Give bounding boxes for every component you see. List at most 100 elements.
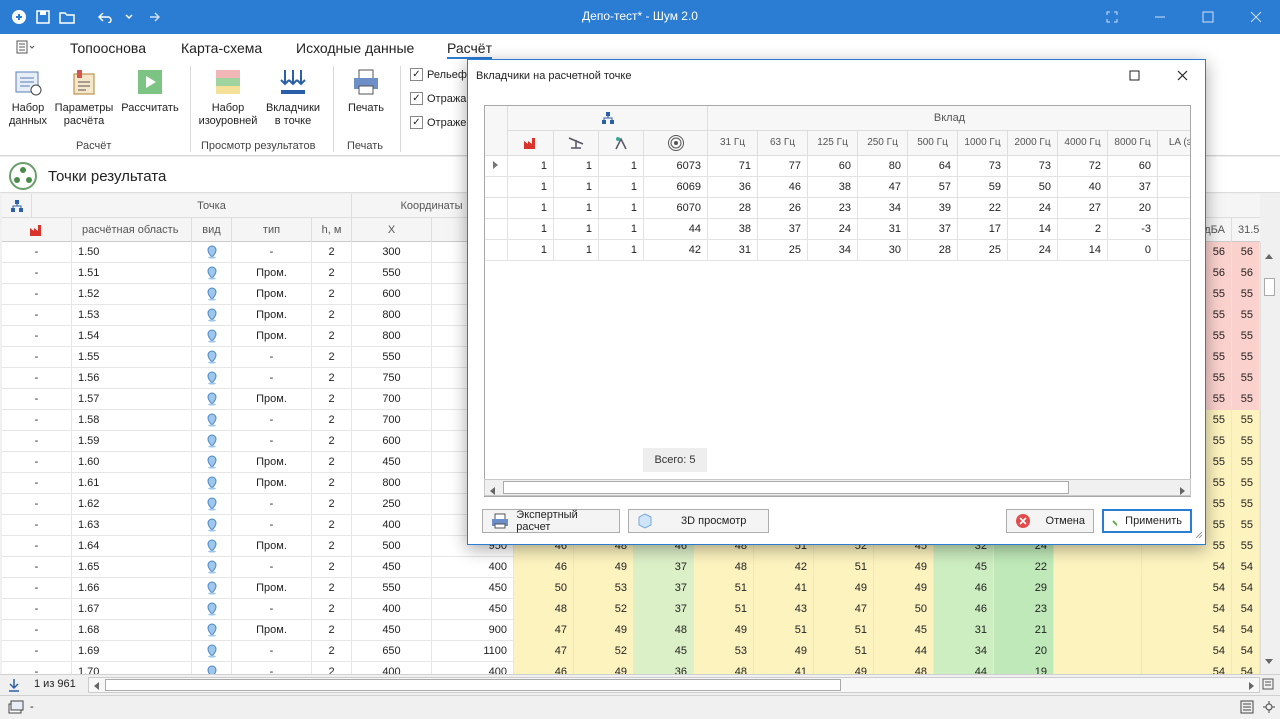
list-view-icon[interactable] (1240, 700, 1254, 717)
maximize-button[interactable] (1184, 0, 1232, 34)
dialog-horizontal-scrollbar[interactable] (484, 479, 1191, 496)
header-area[interactable]: расчётная область (72, 218, 192, 242)
contribution-cell: 30 (858, 240, 908, 261)
scroll-right-icon[interactable] (1180, 484, 1186, 498)
scroll-thumb[interactable] (1264, 278, 1275, 296)
freq-header[interactable]: 31 Гц (708, 131, 758, 156)
reflection-checkbox[interactable]: ✓ Отража (410, 92, 466, 105)
x-cell: 450 (352, 557, 432, 578)
x-cell: 700 (352, 389, 432, 410)
hscroll-thumb[interactable] (105, 679, 841, 691)
cancel-button[interactable]: Отмена (1006, 509, 1094, 533)
close-button[interactable] (1232, 0, 1280, 34)
freq-header[interactable]: 4000 Гц (1058, 131, 1108, 156)
checkmark-icon: ✓ (410, 68, 423, 81)
la-contribution-cell (1158, 240, 1190, 261)
resize-grip-icon[interactable] (1195, 528, 1203, 542)
contribution-cell: 39 (908, 198, 958, 219)
nabor-dannyh-button[interactable]: Набор данных (6, 66, 50, 128)
header-structure-icon (2, 194, 32, 218)
bottom-status-text: - (30, 701, 34, 713)
header-view[interactable]: вид (192, 218, 232, 242)
scroll-left-icon[interactable] (489, 484, 495, 498)
scroll-down-icon[interactable] (1265, 654, 1273, 668)
contributor-row[interactable]: 1 1 1 44 38 37 24 31 37 17 14 2 -3 (485, 219, 1190, 240)
dialog-hscroll-thumb[interactable] (503, 481, 1069, 494)
tab-topoosnova[interactable]: Топооснова (70, 40, 146, 56)
row-dash: - (2, 473, 72, 494)
type-cell: - (232, 599, 312, 620)
print-button[interactable]: Печать (340, 66, 392, 115)
row-pointer-icon (493, 161, 498, 169)
table-row[interactable]: -1.69-2 650 1100 47 52 45 53 49 51 44 34 20 54 54 (2, 641, 1260, 662)
tab-karta-schema[interactable]: Карта-схема (181, 40, 262, 56)
contribution-cell: 0 (1108, 240, 1158, 261)
panel-toggle-icon[interactable] (1262, 678, 1274, 693)
isolevels-button[interactable]: Набор изоуровней (196, 66, 260, 128)
contribution-cell: 37 (908, 219, 958, 240)
header-type[interactable]: тип (232, 218, 312, 242)
minimize-button[interactable] (1136, 0, 1184, 34)
reflection2-checkbox[interactable]: ✓ Отраже (410, 116, 466, 129)
band-cell: 44 (934, 662, 994, 674)
settings-icon[interactable] (1262, 700, 1276, 717)
type-cell: - (232, 347, 312, 368)
grid-vertical-scrollbar[interactable] (1260, 242, 1277, 674)
header-31-5hz[interactable]: 31.5 Гц (1232, 218, 1260, 242)
relief-checkbox[interactable]: ✓ Рельеф (410, 68, 467, 81)
table-row[interactable]: -1.67-2 400 450 48 52 37 51 43 47 50 46 23 54 54 (2, 599, 1260, 620)
table-row[interactable]: -1.68 Пром. 2 450 900 47 49 48 49 51 51 45 31 21 54 54 (2, 620, 1260, 641)
type-cell: - (232, 662, 312, 674)
expert-calc-button[interactable]: Экспертный расчет (482, 509, 620, 533)
freq-header[interactable]: 2000 Гц (1008, 131, 1058, 156)
freq-header[interactable]: 125 Гц (808, 131, 858, 156)
table-row[interactable]: -1.65-2 450 400 46 49 37 48 42 51 49 45 22 54 54 (2, 557, 1260, 578)
scroll-left-icon[interactable] (93, 681, 99, 693)
freq-header[interactable]: 8000 Гц (1108, 131, 1158, 156)
contributors-grid[interactable]: Вклад 31 Гц 63 Гц 125 Гц 250 Гц 500 Гц 1000 Г… (484, 105, 1191, 497)
contributor-row[interactable]: 1 1 1 42 31 25 34 30 28 25 24 14 0 (485, 240, 1190, 261)
tab-source-data[interactable]: Исходные данные (296, 40, 414, 56)
band-cell: 21 (994, 620, 1054, 641)
fullscreen-button[interactable] (1088, 0, 1136, 34)
dialog-close-button[interactable] (1159, 60, 1205, 90)
app-menu-icon[interactable] (16, 40, 36, 57)
contribution-cell: 60 (808, 156, 858, 177)
y-cell: 1100 (432, 641, 514, 662)
dialog-maximize-button[interactable] (1111, 60, 1157, 90)
view-3d-button[interactable]: 3D просмотр (628, 509, 769, 533)
scroll-up-icon[interactable] (1265, 248, 1273, 262)
table-row[interactable]: -1.70-2 400 400 46 49 36 48 41 49 48 44 19 54 54 (2, 662, 1260, 674)
freq-header[interactable]: LA (эк (1158, 131, 1190, 156)
contributor-row[interactable]: 1 1 1 6073 71 77 60 80 64 73 73 72 60 (485, 156, 1190, 177)
table-row[interactable]: -1.66 Пром. 2 550 450 50 53 37 51 41 49 49 46 29 54 54 (2, 578, 1260, 599)
y-cell: 400 (432, 557, 514, 578)
contributor-row[interactable]: 1 1 1 6069 36 46 38 47 57 59 50 40 37 (485, 177, 1190, 198)
calc-params-button[interactable]: Параметры расчёта (54, 66, 114, 128)
freq-header[interactable]: 1000 Гц (958, 131, 1008, 156)
row-indicator (485, 240, 508, 261)
view-cell (192, 536, 232, 557)
scroll-right-icon[interactable] (1249, 681, 1255, 693)
header-x[interactable]: X (352, 218, 432, 242)
grid-horizontal-scrollbar[interactable] (88, 677, 1260, 693)
header-h[interactable]: h, м (312, 218, 352, 242)
freq-header[interactable]: 500 Гц (908, 131, 958, 156)
band-cell: 48 (694, 557, 754, 578)
layers-icon[interactable] (8, 700, 24, 717)
x-cell: 550 (352, 347, 432, 368)
bottom-bar: - (0, 695, 1280, 719)
f315-cell: 55 (1232, 473, 1260, 494)
contributors-button[interactable]: Вкладчики в точке (262, 66, 324, 128)
calculate-button[interactable]: Рассчитать (118, 66, 182, 115)
apply-button[interactable]: Применить (1102, 509, 1192, 533)
freq-header[interactable]: 250 Гц (858, 131, 908, 156)
band-cell: 49 (574, 557, 634, 578)
freq-header[interactable]: 63 Гц (758, 131, 808, 156)
row-dash: - (2, 452, 72, 473)
ribbon-separator (190, 66, 191, 152)
contributor-row[interactable]: 1 1 1 6070 28 26 23 34 39 22 24 27 20 (485, 198, 1190, 219)
download-icon[interactable] (8, 678, 20, 695)
band-cell: 23 (994, 599, 1054, 620)
tab-calculation[interactable]: Расчёт (447, 40, 492, 59)
